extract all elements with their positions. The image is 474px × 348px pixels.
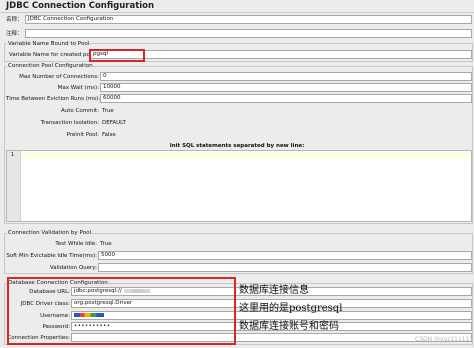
max-wait-field[interactable]: 10000 <box>100 83 472 92</box>
comments-field[interactable] <box>25 29 472 38</box>
current-line-highlight <box>22 152 471 159</box>
variable-name-highlight <box>89 49 145 62</box>
max-connections-label: Max Number of Connections: <box>19 74 99 80</box>
name-label: 名称： <box>6 17 23 23</box>
pool-group-title: Connection Pool Configuration <box>7 62 93 70</box>
transaction-isolation-select[interactable]: DEFAULT <box>102 119 126 127</box>
auto-commit-select[interactable]: True <box>102 107 114 115</box>
validation-group-title: Connection Validation by Pool <box>7 229 92 237</box>
soft-min-idle-field[interactable]: 5000 <box>98 251 472 260</box>
annotation-account-password: 数据库连接账号和密码 <box>239 321 339 332</box>
preinit-pool-label: Preinit Pool: <box>66 132 99 138</box>
name-field[interactable]: JDBC Connection Configuration <box>25 15 472 24</box>
variable-name-field[interactable]: pgsql <box>90 50 472 59</box>
test-while-idle-select[interactable]: True <box>100 240 112 248</box>
panel-title: JDBC Connection Configuration <box>6 1 155 11</box>
line-number: 1 <box>11 152 15 158</box>
max-connections-field[interactable]: 0 <box>100 72 472 81</box>
transaction-isolation-label: Transaction Isolation: <box>40 120 99 126</box>
auto-commit-label: Auto Commit: <box>61 108 99 114</box>
soft-min-idle-label: Soft Min Evictable Idle Time(ms): <box>6 253 97 259</box>
variable-group-title: Variable Name Bound to Pool <box>7 40 90 48</box>
max-wait-label: Max Wait (ms): <box>57 85 99 91</box>
eviction-runs-label: Time Between Eviction Runs (ms): <box>6 96 101 102</box>
variable-name-label: Variable Name for created pool: <box>9 52 97 58</box>
validation-query-label: Validation Query: <box>49 265 97 271</box>
annotation-db-info: 数据库连接信息 <box>239 285 309 296</box>
validation-query-field[interactable] <box>98 263 472 272</box>
line-number-gutter <box>7 151 21 221</box>
init-sql-editor[interactable]: 1 <box>6 150 472 222</box>
annotation-pg-used: 这里用的是postgresql <box>239 303 343 314</box>
title-divider <box>0 12 474 13</box>
preinit-pool-select[interactable]: False <box>102 131 116 139</box>
jdbc-connection-config-panel: { "title": "JDBC Connection Configuratio… <box>0 0 474 348</box>
comments-label: 注释： <box>6 31 23 37</box>
eviction-runs-field[interactable]: 60000 <box>100 94 472 103</box>
init-sql-label: Init SQL statements separated by new lin… <box>169 143 305 149</box>
watermark: CSDN @yyz111111 <box>415 336 474 343</box>
db-config-highlight <box>7 277 236 345</box>
test-while-idle-label: Test While Idle: <box>55 241 97 247</box>
